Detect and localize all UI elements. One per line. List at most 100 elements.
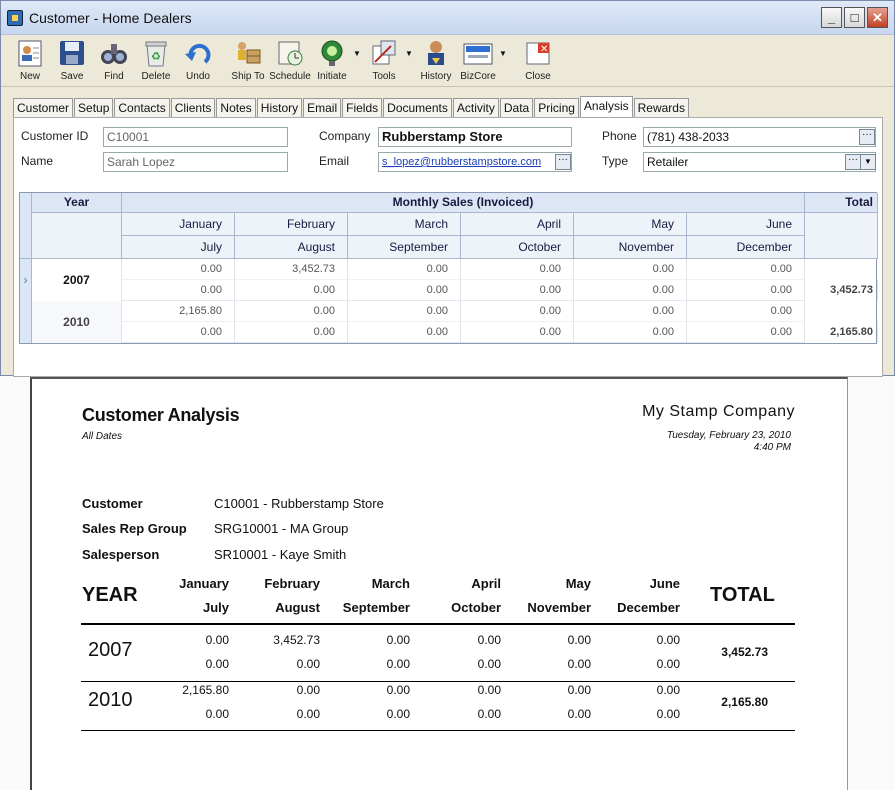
row-divider — [81, 681, 795, 682]
grid-value-cell[interactable]: 3,452.73 — [235, 259, 348, 280]
find-button[interactable]: Find — [93, 37, 135, 82]
minimize-button[interactable]: _ — [821, 7, 842, 28]
phone-field[interactable]: (781) 438-2033 — [643, 127, 876, 147]
tab-clients[interactable]: Clients — [170, 98, 216, 117]
grid-value-cell[interactable]: 0.00 — [687, 301, 805, 322]
grid-value-cell[interactable]: 0.00 — [687, 322, 805, 343]
initiate-button[interactable]: Initiate — [311, 37, 353, 82]
grid-value-cell[interactable]: 2,165.80 — [122, 301, 235, 322]
report-month-header: February — [264, 576, 320, 591]
grid-value-cell[interactable]: 0.00 — [461, 259, 574, 280]
month-column-header[interactable]: October — [461, 236, 574, 259]
grid-value-cell[interactable]: 0.00 — [348, 322, 461, 343]
grid-value-cell[interactable]: 0.00 — [348, 280, 461, 301]
tools-dropdown-icon[interactable]: ▼ — [405, 49, 415, 58]
month-column-header[interactable]: January — [122, 213, 235, 236]
grid-value-cell[interactable]: 0.00 — [348, 259, 461, 280]
grid-value-cell[interactable]: 0.00 — [574, 322, 687, 343]
grid-value-cell[interactable]: 0.00 — [461, 301, 574, 322]
grid-value-cell[interactable]: 0.00 — [122, 259, 235, 280]
grid-value-cell[interactable]: 0.00 — [687, 259, 805, 280]
month-column-header[interactable]: February — [235, 213, 348, 236]
customer-window: Customer - Home Dealers _ □ ✕ New Save F… — [0, 0, 895, 377]
year-column-header[interactable]: Year — [32, 193, 122, 213]
phone-lookup-button[interactable]: ··· — [859, 129, 875, 145]
grid-year-cell[interactable]: 2010 — [32, 301, 122, 343]
tab-rewards[interactable]: Rewards — [633, 98, 689, 117]
month-column-header[interactable]: June — [687, 213, 805, 236]
title-bar: Customer - Home Dealers _ □ ✕ — [1, 1, 894, 35]
ship-to-button[interactable]: Ship To — [227, 37, 269, 82]
name-label: Name — [21, 154, 54, 168]
month-column-header[interactable]: December — [687, 236, 805, 259]
tab-fields[interactable]: Fields — [342, 98, 383, 117]
report-value-cell: 0.00 — [205, 707, 229, 721]
chevron-down-icon[interactable]: ▼ — [860, 154, 876, 170]
row-selector[interactable] — [20, 301, 32, 343]
month-column-header[interactable]: March — [348, 213, 461, 236]
grid-value-cell[interactable]: 0.00 — [461, 322, 574, 343]
close-window-button[interactable]: ✕ — [867, 7, 888, 28]
schedule-button[interactable]: Schedule — [269, 37, 311, 82]
new-button[interactable]: New — [9, 37, 51, 82]
tab-documents[interactable]: Documents — [383, 98, 452, 117]
month-column-header[interactable]: September — [348, 236, 461, 259]
tab-email[interactable]: Email — [303, 98, 342, 117]
grid-value-cell[interactable]: 0.00 — [574, 259, 687, 280]
tab-analysis[interactable]: Analysis — [579, 96, 633, 117]
bizcore-dropdown-icon[interactable]: ▼ — [499, 49, 509, 58]
history-button[interactable]: History — [415, 37, 457, 82]
initiate-dropdown-icon[interactable]: ▼ — [353, 49, 363, 58]
tab-contacts[interactable]: Contacts — [114, 98, 170, 117]
grid-value-cell[interactable]: 0.00 — [461, 280, 574, 301]
type-lookup-button[interactable]: ··· — [845, 154, 861, 170]
month-column-header[interactable]: July — [122, 236, 235, 259]
month-column-header[interactable]: April — [461, 213, 574, 236]
customer-id-field[interactable]: C10001 — [103, 127, 288, 147]
month-column-header[interactable]: November — [574, 236, 687, 259]
tab-setup[interactable]: Setup — [74, 98, 114, 117]
close-button[interactable]: ✕ Close — [517, 37, 559, 82]
tab-customer[interactable]: Customer — [13, 98, 74, 117]
type-select[interactable]: Retailer — [643, 152, 876, 172]
tools-button[interactable]: Tools — [363, 37, 405, 82]
month-column-header[interactable]: May — [574, 213, 687, 236]
sales-rep-group-value: SRG10001 - MA Group — [214, 521, 349, 536]
grid-total-cell[interactable]: 3,452.73 — [805, 279, 878, 301]
company-field[interactable]: Rubberstamp Store — [378, 127, 572, 147]
grid-value-cell[interactable]: 0.00 — [348, 301, 461, 322]
maximize-button[interactable]: □ — [844, 7, 865, 28]
report-subtitle: All Dates — [82, 431, 123, 442]
tab-pricing[interactable]: Pricing — [534, 98, 579, 117]
header-rule — [81, 623, 795, 625]
grid-value-cell[interactable]: 0.00 — [574, 280, 687, 301]
email-lookup-button[interactable]: ··· — [555, 154, 571, 170]
undo-button[interactable]: Undo — [177, 37, 219, 82]
total-column-header[interactable]: Total — [805, 193, 878, 213]
report-value-cell: 0.00 — [386, 683, 410, 697]
delete-button[interactable]: ♻ Delete — [135, 37, 177, 82]
tab-notes[interactable]: Notes — [216, 98, 256, 117]
save-button[interactable]: Save — [51, 37, 93, 82]
report-year: 2007 — [88, 639, 133, 661]
bizcore-button[interactable]: BizCore — [457, 37, 499, 82]
grid-value-cell[interactable]: 0.00 — [122, 322, 235, 343]
month-column-header[interactable]: August — [235, 236, 348, 259]
grid-value-cell[interactable]: 0.00 — [687, 280, 805, 301]
grid-value-cell[interactable]: 0.00 — [574, 301, 687, 322]
report-value-cell: 0.00 — [205, 657, 229, 671]
grid-value-cell[interactable]: 0.00 — [235, 322, 348, 343]
tab-activity[interactable]: Activity — [452, 98, 499, 117]
name-field[interactable]: Sarah Lopez — [103, 152, 288, 172]
grid-value-cell[interactable]: 0.00 — [235, 280, 348, 301]
tab-data[interactable]: Data — [499, 98, 534, 117]
grid-value-cell[interactable]: 0.00 — [122, 280, 235, 301]
grid-total-cell[interactable]: 2,165.80 — [805, 321, 878, 343]
report-month-header: June — [649, 576, 680, 591]
grid-value-cell[interactable]: 0.00 — [235, 301, 348, 322]
report-value-cell: 0.00 — [567, 657, 591, 671]
current-row-indicator[interactable]: › — [20, 259, 32, 301]
tab-history[interactable]: History — [256, 98, 303, 117]
grid-year-cell[interactable]: 2007 — [32, 259, 122, 301]
email-field[interactable]: s_lopez@rubberstampstore.com — [378, 152, 572, 172]
